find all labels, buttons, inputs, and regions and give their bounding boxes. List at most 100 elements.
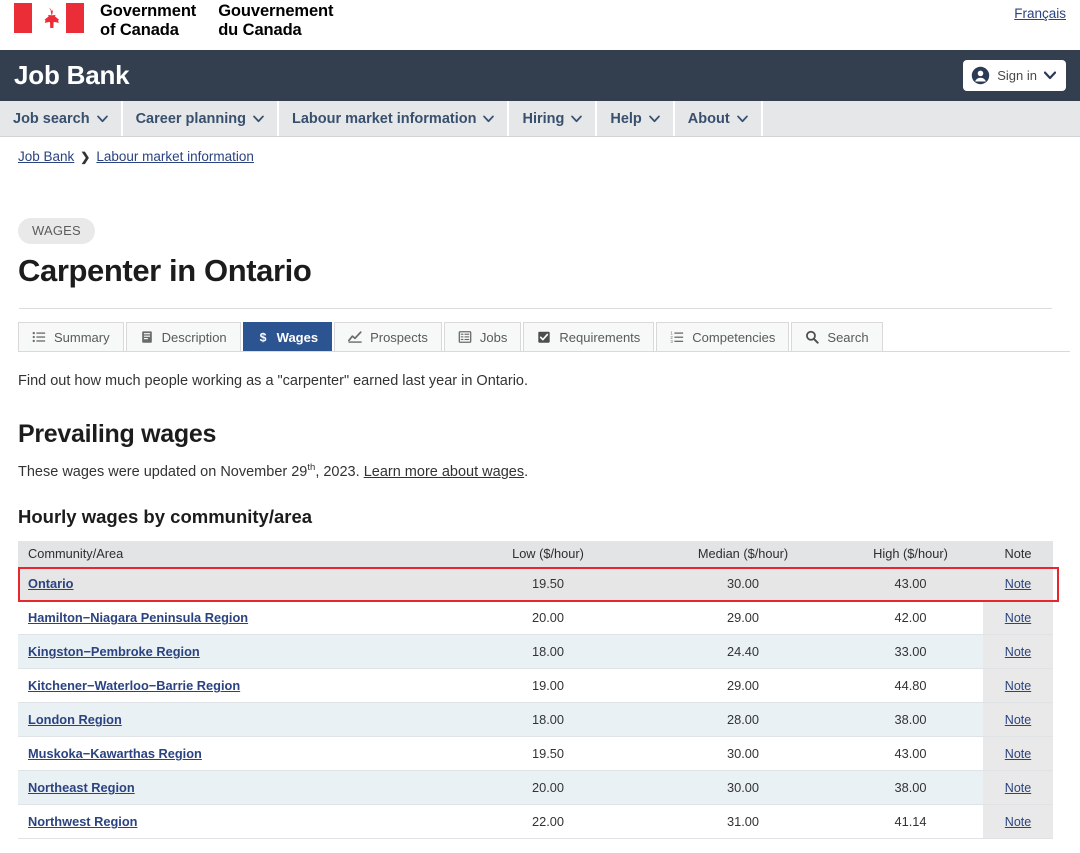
cell-note: Note [983, 668, 1053, 704]
nav-label: Labour market information [291, 110, 477, 127]
tab-summary[interactable]: Summary [18, 322, 124, 351]
checkbox-icon [538, 331, 551, 343]
title-divider [19, 308, 1052, 309]
breadcrumb-separator-icon: ❯ [80, 149, 91, 164]
tab-wages[interactable]: $ Wages [242, 322, 333, 351]
cell-low: 19.00 [448, 668, 648, 704]
tab-description[interactable]: Description [125, 322, 241, 351]
cell-low: 19.50 [448, 736, 648, 772]
table-row: Kingston−Pembroke Region 18.00 24.40 33.00 N… [18, 634, 1053, 670]
cell-high: 44.80 [838, 668, 983, 704]
hourly-wages-table: Community/Area Low ($/hour) Median ($/ho… [18, 540, 1053, 840]
table-row: London Region 18.00 28.00 38.00 Note [18, 702, 1053, 738]
nav-item-hiring[interactable]: Hiring [509, 101, 598, 136]
community-area-link[interactable]: Muskoka−Kawarthas Region [28, 746, 202, 761]
community-area-link[interactable]: Kitchener−Waterloo−Barrie Region [28, 678, 240, 693]
cell-low: 20.00 [448, 600, 648, 636]
cell-note: Note [983, 770, 1053, 806]
section-heading-prevailing-wages: Prevailing wages [18, 420, 217, 448]
nav-item-career-planning[interactable]: Career planning [123, 101, 279, 136]
page-title: Carpenter in Ontario [18, 253, 312, 288]
tab-requirements[interactable]: Requirements [523, 322, 655, 351]
note-link[interactable]: Note [1005, 645, 1031, 659]
nav-label: About [687, 110, 730, 127]
language-toggle-link[interactable]: Français [1014, 6, 1066, 21]
breadcrumb: Job Bank ❯ Labour market information [0, 137, 1080, 164]
community-area-link[interactable]: Northwest Region [28, 814, 138, 829]
cell-median: 30.00 [648, 770, 838, 806]
dollar-icon: $ [259, 330, 266, 344]
wages-table-wrapper: Community/Area Low ($/hour) Median ($/ho… [18, 540, 1062, 840]
cell-community-area: Hamilton−Niagara Peninsula Region [18, 600, 448, 636]
note-link[interactable]: Note [1005, 815, 1031, 829]
nav-item-job-search[interactable]: Job search [0, 101, 123, 136]
cell-community-area: Kitchener−Waterloo−Barrie Region [18, 668, 448, 704]
sign-in-button[interactable]: Sign in [963, 60, 1066, 91]
community-area-link[interactable]: London Region [28, 712, 122, 727]
chevron-down-icon [736, 115, 748, 122]
learn-more-about-wages-link[interactable]: Learn more about wages [364, 464, 524, 480]
nav-label: Career planning [135, 110, 246, 127]
nav-item-about[interactable]: About [675, 101, 763, 136]
note-link[interactable]: Note [1005, 747, 1031, 761]
book-icon [141, 331, 152, 343]
svg-text:3: 3 [671, 339, 674, 344]
breadcrumb-item-job-bank[interactable]: Job Bank [18, 149, 74, 164]
subsection-heading-hourly-wages: Hourly wages by community/area [18, 505, 313, 527]
updated-suffix: , 2023. [315, 463, 364, 480]
cell-low: 18.00 [448, 702, 648, 738]
updated-prefix: These wages were updated on November 29 [18, 463, 308, 480]
tab-search[interactable]: Search [791, 322, 883, 351]
note-link[interactable]: Note [1005, 679, 1031, 693]
note-link[interactable]: Note [1005, 713, 1031, 727]
tab-jobs[interactable]: Jobs [443, 322, 522, 351]
community-area-link[interactable]: Hamilton−Niagara Peninsula Region [28, 610, 248, 625]
cell-high: 38.00 [838, 770, 983, 806]
nav-item-help[interactable]: Help [597, 101, 675, 136]
cell-high: 43.00 [838, 736, 983, 772]
canada-flag-icon [14, 3, 84, 33]
col-header-median: Median ($/hour) [648, 540, 838, 567]
cell-high: 33.00 [838, 634, 983, 670]
ordered-list-icon: 1 2 3 [671, 330, 684, 344]
cell-note: Note [983, 736, 1053, 772]
tab-label: Competencies [692, 329, 776, 345]
main-navigation: Job search Career planning Labour market… [0, 101, 1080, 137]
goc-wordmark: Government of Canada Gouvernement du Can… [100, 2, 334, 41]
page-content: WAGES Carpenter in Ontario [0, 164, 1080, 309]
table-icon [458, 331, 472, 343]
cell-median: 24.40 [648, 634, 838, 670]
nav-item-labour-market-information[interactable]: Labour market information [279, 101, 510, 136]
wordmark-en-line2: of Canada [100, 21, 179, 40]
cell-median: 31.00 [648, 804, 838, 840]
tab-prospects[interactable]: Prospects [334, 322, 442, 351]
app-bar: Job Bank Sign in [0, 50, 1080, 101]
community-area-link[interactable]: Ontario [28, 576, 74, 591]
note-link[interactable]: Note [1005, 577, 1031, 591]
tab-label: Summary [54, 329, 110, 345]
cell-high: 41.14 [838, 804, 983, 840]
chevron-down-icon [1044, 71, 1056, 80]
tab-competencies[interactable]: 1 2 3 Competencies [656, 322, 790, 351]
cell-note: Note [983, 566, 1053, 602]
note-link[interactable]: Note [1005, 611, 1031, 625]
community-area-link[interactable]: Northeast Region [28, 780, 135, 795]
cell-low: 19.50 [448, 566, 648, 602]
cell-median: 28.00 [648, 702, 838, 738]
user-avatar-icon [972, 66, 990, 85]
cell-community-area: Northeast Region [18, 770, 448, 806]
nav-label: Help [610, 110, 642, 127]
status-badge-wages: WAGES [18, 218, 95, 244]
note-link[interactable]: Note [1005, 781, 1031, 795]
nav-filler [763, 101, 1080, 136]
community-area-link[interactable]: Kingston−Pembroke Region [28, 644, 200, 659]
cell-note: Note [983, 702, 1053, 738]
chevron-down-icon [96, 115, 108, 122]
breadcrumb-item-labour-market-information[interactable]: Labour market information [96, 149, 254, 164]
col-header-low: Low ($/hour) [448, 540, 648, 567]
table-row: Hamilton−Niagara Peninsula Region 20.00 29… [18, 600, 1053, 636]
cell-note: Note [983, 634, 1053, 670]
search-icon [806, 330, 820, 344]
app-title: Job Bank [14, 60, 130, 90]
goc-brand-band: Government of Canada Gouvernement du Can… [0, 0, 1080, 50]
